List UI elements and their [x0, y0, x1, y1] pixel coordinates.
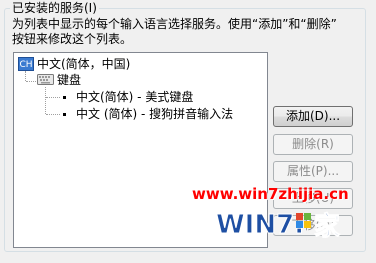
group-title: 已安装的服务(I) [10, 1, 99, 15]
watermark-logo-char: 家 [314, 211, 340, 242]
tree-item-service[interactable]: 中文(简体) - 美式键盘 [76, 89, 193, 105]
keyboard-icon [37, 74, 54, 85]
bullet-icon [63, 96, 66, 99]
watermark-logo-text: WIN7. [216, 210, 304, 240]
tree-connector [25, 71, 26, 81]
tree-item-keyboard[interactable]: 键盘 [57, 72, 81, 88]
installed-services-panel: 已安装的服务(I) 为列表中显示的每个输入语言选择服务。使用“添加”和“删除” … [0, 0, 376, 263]
bullet-icon [63, 113, 66, 116]
tree-connector [26, 81, 36, 82]
add-button[interactable]: 添加(D)... [273, 106, 353, 127]
watermark-url: www.win7zhijia.cn [192, 185, 349, 203]
remove-button[interactable]: 删除(R) [273, 134, 353, 155]
language-badge: CH [18, 57, 34, 71]
tree-connector [45, 87, 46, 114]
group-description: 为列表中显示的每个输入语言选择服务。使用“添加”和“删除” 按钮来修改这个列表。 [12, 17, 337, 46]
tree-connector [46, 97, 60, 98]
tree-item-language[interactable]: 中文(简体，中国) [37, 56, 130, 72]
properties-button[interactable]: 属性(P)... [273, 161, 353, 182]
tree-connector [46, 114, 60, 115]
tree-item-service[interactable]: 中文 (简体) - 搜狗拼音输入法 [76, 106, 233, 122]
watermark-logo: WIN7. 家 [216, 210, 341, 243]
